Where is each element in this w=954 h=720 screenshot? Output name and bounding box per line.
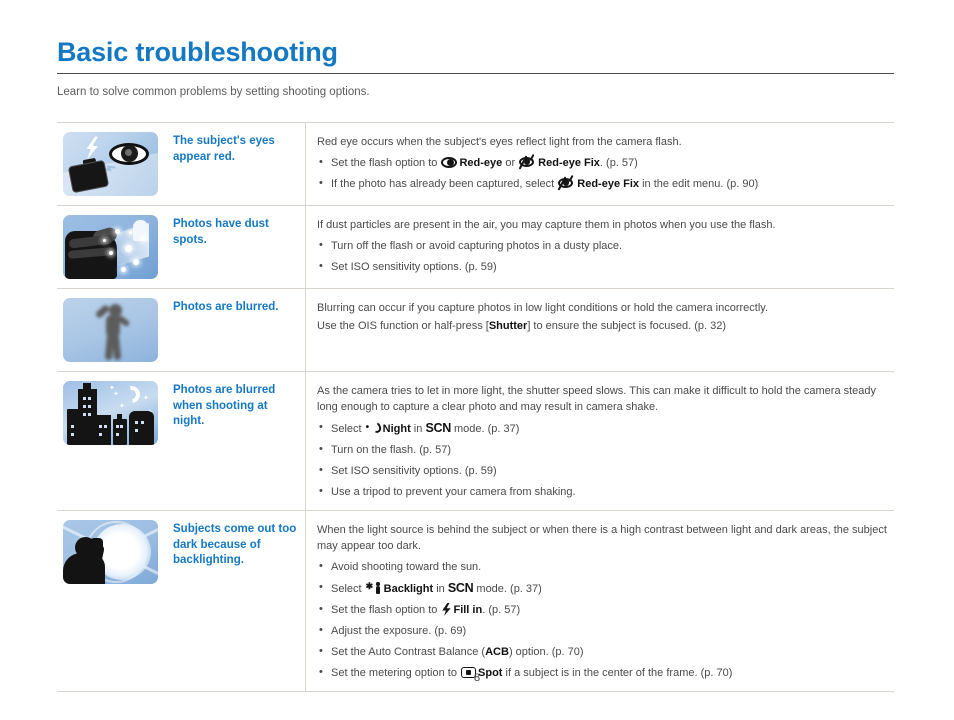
emphasis-label: Night — [382, 423, 411, 435]
problem-title: Photos have dust spots. — [173, 218, 269, 246]
problem-title: Photos are blurred when shooting at nigh… — [173, 384, 276, 427]
solution-bullet-item: Set the flash option to Red-eye or Red-e… — [317, 153, 888, 171]
table-row: ✦✦✦✦✦ Photos are blurred when shooting at… — [57, 372, 894, 511]
solution-bullet-item: Select ✱Backlight in SCN mode. (p. 37) — [317, 579, 888, 597]
solution-cell: Red eye occurs when the subject's eyes r… — [305, 123, 894, 205]
table-row: The subject's eyes appear red. Red eye oc… — [57, 123, 894, 206]
solution-description-secondary: Use the OIS function or half-press [Shut… — [317, 320, 727, 332]
table-row: Photos have dust spots. If dust particles… — [57, 206, 894, 289]
solution-bullet-item: Turn on the flash. (p. 57) — [317, 441, 888, 458]
solution-bullet-item: Turn off the flash or avoid capturing ph… — [317, 237, 888, 254]
solution-bullet-item: If the photo has already been captured, … — [317, 174, 888, 192]
troubleshooting-table: The subject's eyes appear red. Red eye oc… — [57, 122, 894, 692]
solution-bullet-item: Adjust the exposure. (p. 69) — [317, 622, 888, 639]
solution-bullet-list: Avoid shooting toward the sun. Select ✱Ba… — [317, 558, 888, 681]
emphasis-label: Backlight — [383, 583, 434, 595]
solution-description: If dust particles are present in the air… — [317, 219, 776, 231]
scn-mode-label: SCN — [425, 421, 451, 435]
illustration-night-city: ✦✦✦✦✦ — [63, 381, 158, 445]
solution-bullet-item: Use a tripod to prevent your camera from… — [317, 483, 888, 500]
solution-bullet-list: Select •Night in SCN mode. (p. 37) Turn o… — [317, 419, 888, 500]
moon-night-icon: • — [366, 420, 383, 435]
page-title: Basic troubleshooting — [57, 37, 338, 67]
problem-illustration-cell — [57, 289, 165, 371]
solution-cell: If dust particles are present in the air… — [305, 206, 894, 288]
solution-description: Red eye occurs when the subject's eyes r… — [317, 136, 682, 148]
page-subtitle: Learn to solve common problems by settin… — [57, 86, 370, 98]
solution-cell: As the camera tries to let in more light… — [305, 372, 894, 510]
red-eye-fix-icon — [557, 174, 575, 191]
table-row: Photos are blurred. Blurring can occur if… — [57, 289, 894, 372]
solution-bullet-item: Set ISO sensitivity options. (p. 59) — [317, 462, 888, 479]
problem-illustration-cell — [57, 123, 165, 205]
page-number: 8 — [473, 672, 481, 684]
emphasis-label: ACB — [485, 646, 509, 658]
backlight-icon: ✱ — [366, 582, 382, 594]
document-page: Basic troubleshooting Learn to solve com… — [0, 0, 954, 720]
problem-title: Photos are blurred. — [173, 301, 279, 313]
emphasis-label: Red-eye Fix — [538, 157, 600, 169]
red-eye-fix-icon — [518, 153, 536, 170]
table-row: Subjects come out too dark because of ba… — [57, 511, 894, 692]
emphasis-label: Fill in — [453, 604, 483, 616]
problem-illustration-cell — [57, 511, 165, 691]
illustration-red-eye — [63, 132, 158, 196]
solution-description: Blurring can occur if you capture photos… — [317, 302, 769, 314]
page-header: Basic troubleshooting Learn to solve com… — [57, 36, 894, 100]
solution-bullet-item: Set ISO sensitivity options. (p. 59) — [317, 258, 888, 275]
problem-title: Subjects come out too dark because of ba… — [173, 523, 297, 566]
illustration-blurred-photo — [63, 298, 158, 362]
eye-icon — [441, 157, 458, 168]
scn-mode-label: SCN — [447, 581, 474, 595]
solution-bullet-list: Turn off the flash or avoid capturing ph… — [317, 237, 888, 275]
solution-bullet-item: Set the Auto Contrast Balance (ACB) opti… — [317, 643, 888, 660]
emphasis-label: Red-eye — [459, 157, 503, 169]
solution-bullet-list: Set the flash option to Red-eye or Red-e… — [317, 153, 888, 192]
solution-bullet-item: Select •Night in SCN mode. (p. 37) — [317, 419, 888, 437]
solution-description: When the light source is behind the subj… — [317, 524, 887, 552]
solution-cell: Blurring can occur if you capture photos… — [305, 289, 894, 371]
solution-bullet-item: Avoid shooting toward the sun. — [317, 558, 888, 575]
problem-illustration-cell: ✦✦✦✦✦ — [57, 372, 165, 510]
title-divider — [57, 73, 894, 74]
illustration-backlighting — [63, 520, 158, 584]
illustration-dust-spots — [63, 215, 158, 279]
emphasis-label: Shutter — [488, 320, 528, 332]
problem-title: The subject's eyes appear red. — [173, 135, 275, 163]
flash-bolt-icon — [441, 603, 451, 616]
solution-description: As the camera tries to let in more light… — [317, 385, 877, 413]
problem-illustration-cell — [57, 206, 165, 288]
emphasis-label: Red-eye Fix — [577, 178, 640, 190]
solution-bullet-item: Set the flash option to Fill in. (p. 57) — [317, 601, 888, 618]
solution-cell: When the light source is behind the subj… — [305, 511, 894, 691]
